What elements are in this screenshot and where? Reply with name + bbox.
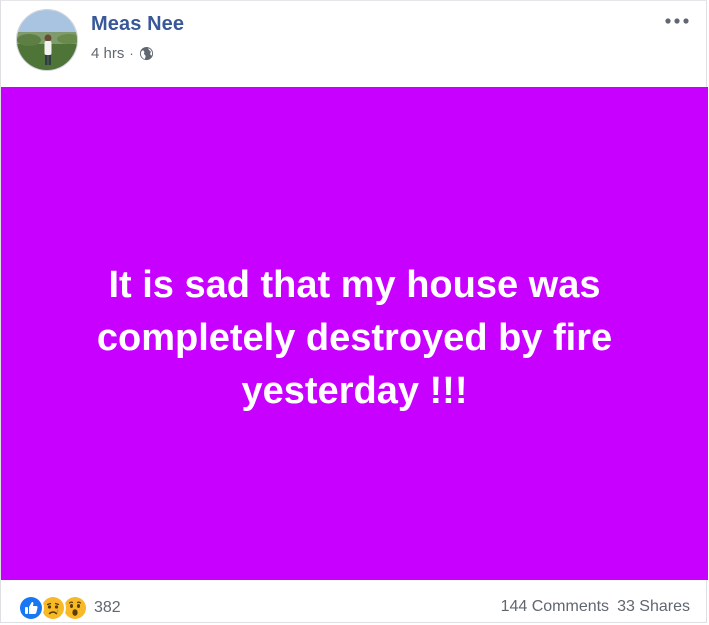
avatar[interactable] <box>16 9 78 71</box>
like-icon <box>18 595 44 621</box>
post-meta: 4 hrs · <box>91 45 154 62</box>
post-footer: 382 144 Comments 33 Shares <box>1 580 706 624</box>
more-options-button[interactable] <box>662 11 692 31</box>
post-header: Meas Nee 4 hrs · <box>1 1 706 87</box>
comments-count-link[interactable]: 144 Comments <box>501 598 610 616</box>
post-background: It is sad that my house was completely d… <box>1 87 708 580</box>
shares-count-link[interactable]: 33 Shares <box>617 598 690 616</box>
author-name[interactable]: Meas Nee <box>91 13 184 36</box>
post-text: It is sad that my house was completely d… <box>96 264 613 412</box>
engagement-stats: 144 Comments 33 Shares <box>501 598 690 616</box>
feed-post: Meas Nee 4 hrs · It is sad that my house… <box>0 0 708 624</box>
globe-icon[interactable] <box>139 46 154 61</box>
meta-separator: · <box>129 46 134 61</box>
reaction-summary[interactable]: 382 <box>18 595 121 621</box>
more-options-icon <box>665 18 689 24</box>
post-timestamp[interactable]: 4 hrs <box>91 45 124 62</box>
reaction-count: 382 <box>94 599 121 616</box>
